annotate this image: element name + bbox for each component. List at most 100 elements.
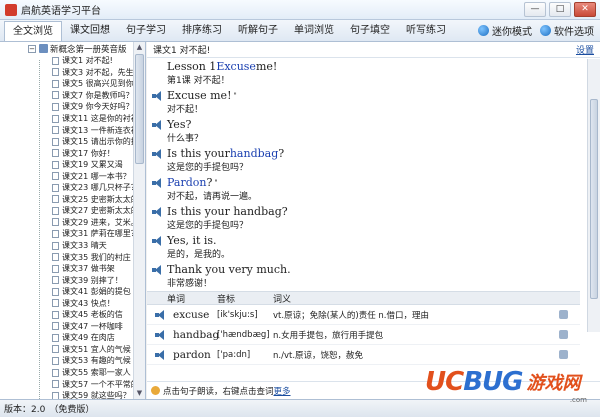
tree-item[interactable]: 课文15 请出示你的护照 [0,136,134,148]
keyword[interactable]: handbag [230,147,278,160]
table-row[interactable]: handbag ['hændbæg] n.女用手提包，旅行用手提包 [147,325,580,345]
document-icon [52,356,59,365]
tree-item[interactable]: 课文3 对不起，先生。 [0,67,134,79]
minimize-button[interactable]: — [524,2,546,17]
scroll-down-icon[interactable]: ▼ [134,388,145,399]
tree-item-label: 课文45 老板的信 [62,310,123,320]
tree-item[interactable]: 课文25 史密斯太太的 [0,194,134,206]
speaker-icon[interactable] [155,329,166,340]
collapse-icon[interactable]: − [28,44,36,53]
tree-item-label: 课文27 史密斯太太的 [62,206,134,216]
maximize-button[interactable]: □ [549,2,571,17]
sentence-line[interactable]: Excuse me! " [152,88,582,103]
tab-full-text[interactable]: 全文浏览 [4,21,62,41]
speaker-icon[interactable] [152,90,163,101]
tree-item[interactable]: 课文7 你是教师吗？ [0,90,134,102]
speaker-icon[interactable] [152,264,163,275]
speaker-icon[interactable] [152,235,163,246]
tree-item[interactable]: 课文1 对不起! [0,55,134,67]
close-button[interactable]: ✕ [574,2,596,17]
keyword[interactable]: Pardon [167,176,206,189]
sentence-line[interactable]: Is this your handbag? [152,204,582,219]
document-icon [52,160,59,169]
tab-word-browse[interactable]: 单词浏览 [286,21,342,41]
sentence-line[interactable]: Pardon ? " [152,175,582,190]
tree-item[interactable]: 课文49 在肉店 [0,332,134,344]
tree-item[interactable]: 课文43 快点！ [0,297,134,309]
header-phonetic: 音标 [217,294,236,305]
vocab-table: 单词 音标 词义 excuse [ik'skju:s] vt.原谅；免除(某人的… [147,291,580,365]
tree-item-label: 课文3 对不起，先生。 [62,67,134,77]
tree-item[interactable]: 课文11 这是你的衬衫 [0,113,134,125]
add-word-icon[interactable] [558,330,568,339]
dialog-text: Lesson 1 Excuse me! 第1课 对不起！ Excuse me! … [152,59,582,291]
tree-item[interactable]: 课文47 一杯咖啡 [0,321,134,333]
edition-text: （免费版） [49,405,95,415]
speaker-icon[interactable] [152,177,163,188]
speaker-icon[interactable] [152,119,163,130]
speaker-icon[interactable] [155,349,166,360]
mini-mode-button[interactable]: 迷你模式 [478,23,532,38]
sidebar-scrollbar[interactable]: ▲ ▼ [133,42,145,399]
tab-ordering[interactable]: 排序练习 [174,21,230,41]
sentence-line[interactable]: Thank you very much. [152,262,582,277]
tree-item[interactable]: 课文9 你今天好吗？ [0,101,134,113]
table-row[interactable]: excuse [ik'skju:s] vt.原谅；免除(某人的)责任 n.借口，… [147,305,580,325]
tree-item[interactable]: 课文23 哪几只杯子？ [0,182,134,194]
tree-item[interactable]: 课文41 彭娟的提包 [0,286,134,298]
scroll-up-icon[interactable]: ▲ [134,42,145,53]
sentence-line[interactable]: Is this your handbag ? [152,146,582,161]
tree-item[interactable]: 课文55 索耶一家人 [0,367,134,379]
tab-sentence-study[interactable]: 句子学习 [118,21,174,41]
tree-item[interactable]: 课文45 老板的信 [0,309,134,321]
tree-item[interactable]: 课文59 就这些吗？ [0,390,134,399]
tree-item[interactable]: 课文35 我们的村庄 [0,251,134,263]
software-options-button[interactable]: 软件选项 [540,23,594,38]
watermark-cn: 游戏网 [526,373,581,394]
tree-item[interactable]: 课文17 你好！ [0,147,134,159]
sidebar-scroll-thumb[interactable] [135,54,144,164]
content-scroll-thumb[interactable] [590,99,598,299]
settings-link[interactable]: 设置 [576,43,594,56]
tab-listen-sentence[interactable]: 听解句子 [230,21,286,41]
toolbar-right: 迷你模式 软件选项 [478,23,594,38]
add-word-icon[interactable] [558,310,568,319]
document-icon [52,149,59,158]
phonetic: ['hændbæg] [217,329,270,340]
tree-item[interactable]: 课文29 进来，艾米。 [0,217,134,229]
speaker-icon[interactable] [155,309,166,320]
document-icon [52,380,59,389]
tree-item[interactable]: 课文39 别摔了！ [0,274,134,286]
tree-item[interactable]: 课文37 做书架 [0,263,134,275]
more-link[interactable]: 更多 [274,385,291,397]
tree-item[interactable]: 课文27 史密斯太太的 [0,205,134,217]
tree-item[interactable]: 课文5 很高兴见到你。 [0,78,134,90]
speaker-icon[interactable] [152,148,163,159]
speaker-icon[interactable] [152,206,163,217]
tree-item[interactable]: 课文53 有趣的气候 [0,355,134,367]
tree-item[interactable]: 课文19 又累又渴 [0,159,134,171]
tree-item-label: 课文9 你今天好吗？ [62,102,134,112]
tree-item[interactable]: 课文21 哪一本书？ [0,170,134,182]
sentence-line[interactable]: Yes? [152,117,582,132]
document-icon [52,91,59,100]
lesson-title-en[interactable]: Lesson 1 Excuse me! [152,59,582,74]
tab-fill-blank[interactable]: 句子填空 [342,21,398,41]
keyword[interactable]: Excuse [216,60,256,73]
window-title: 启航英语学习平台 [21,6,101,17]
tree-item[interactable]: 课文57 一个不平常的 [0,378,134,390]
tree-item-label: 课文19 又累又渴 [62,160,123,170]
tree-item[interactable]: 课文33 晴天 [0,240,134,252]
mini-mode-icon [478,25,489,36]
app-icon [5,3,17,16]
tab-dictation[interactable]: 听写练习 [398,21,454,41]
stress-mark: " [233,91,237,100]
tree-item[interactable]: 课文31 萨莉在哪里？ [0,228,134,240]
tree-item[interactable]: 课文13 一件新连衣裙 [0,124,134,136]
content-scrollbar[interactable] [587,59,600,332]
add-word-icon[interactable] [558,350,568,359]
tree-root[interactable]: − 新概念第一册英音版 [0,42,145,55]
tree-item[interactable]: 课文51 宜人的气候 [0,344,134,356]
tab-text-recall[interactable]: 课文回想 [62,21,118,41]
sentence-line[interactable]: Yes, it is. [152,233,582,248]
